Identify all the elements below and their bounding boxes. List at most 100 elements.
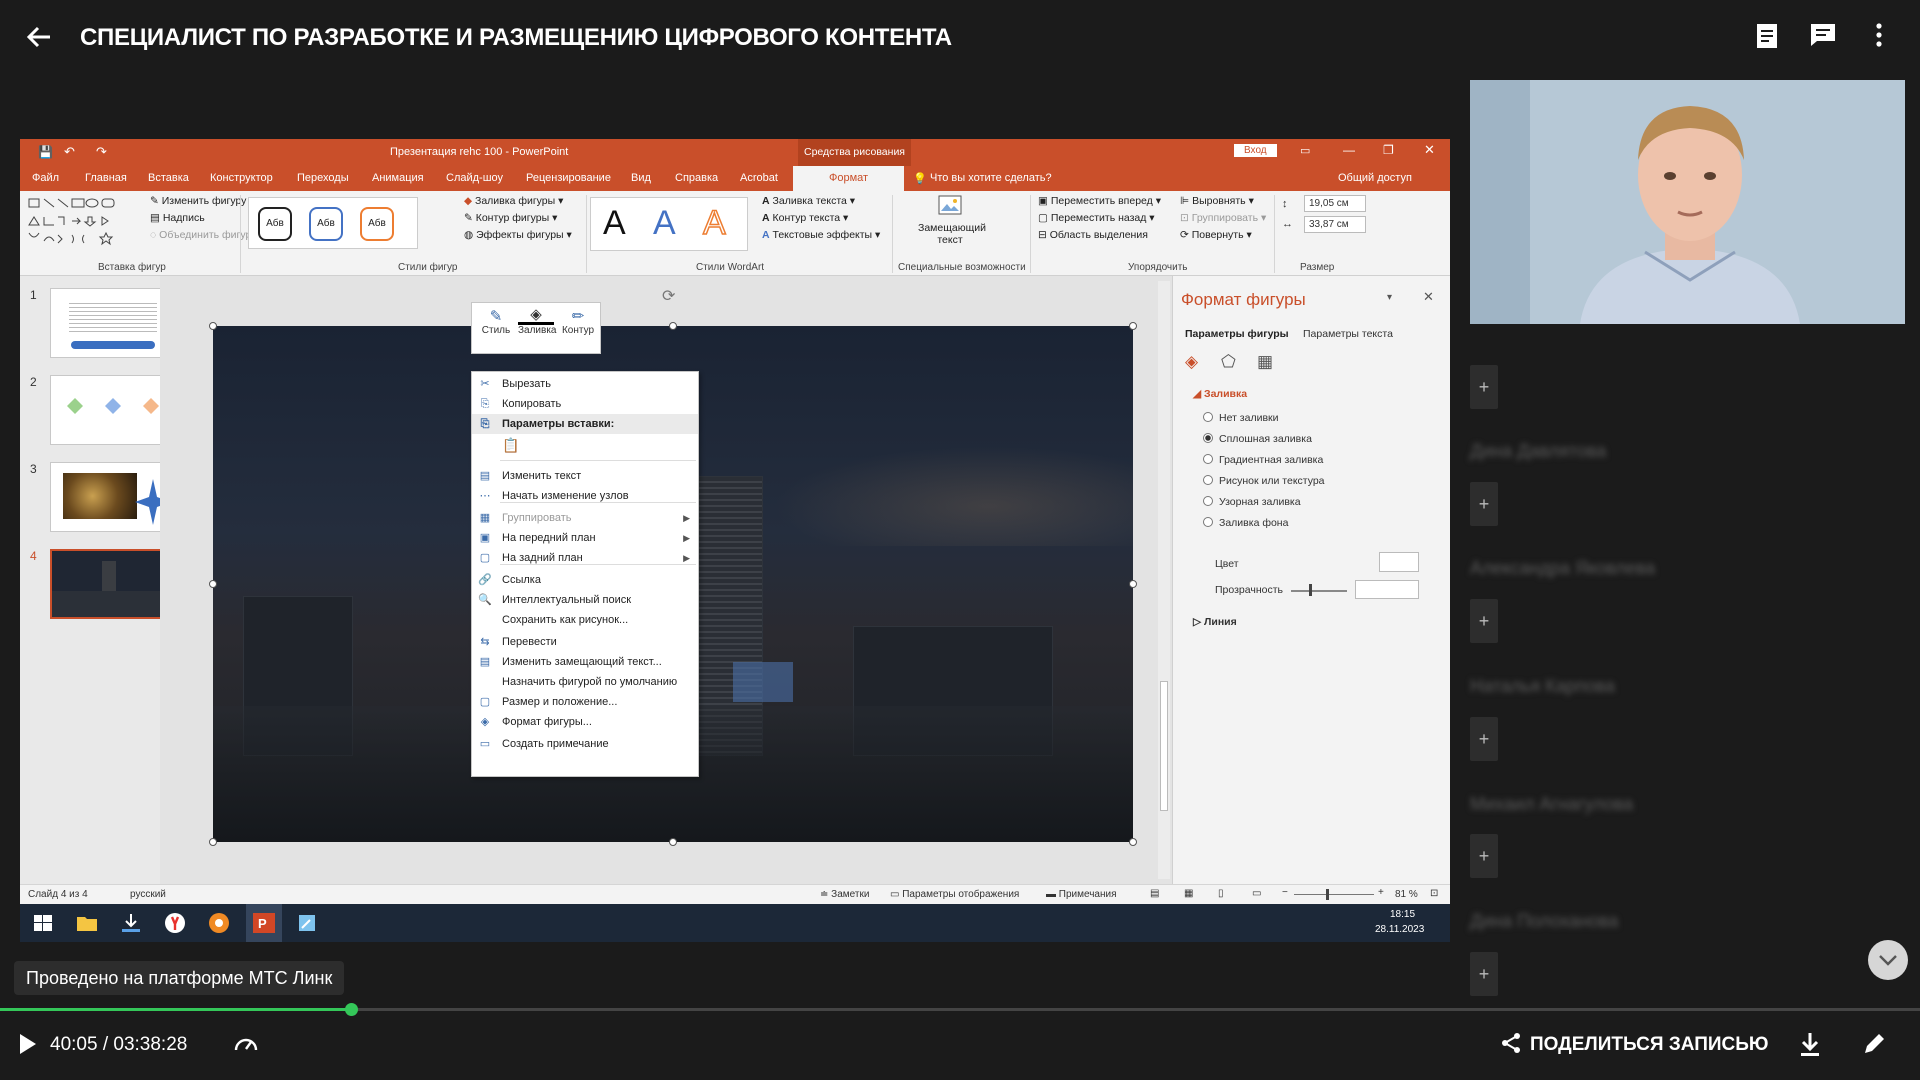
notes-icon[interactable] xyxy=(1752,20,1788,56)
mini-style-button[interactable]: ✎ Стиль xyxy=(478,307,514,336)
yandex-browser-icon[interactable] xyxy=(162,910,188,936)
rotate-handle-icon[interactable]: ⟳ xyxy=(662,286,675,306)
reading-view-icon[interactable]: ▯ xyxy=(1218,888,1224,899)
zoom-in-icon[interactable]: + xyxy=(1378,887,1384,898)
shapes-gallery[interactable] xyxy=(26,195,146,247)
ribbon-display-icon[interactable]: ▭ xyxy=(1300,144,1310,157)
tab-help[interactable]: Справка xyxy=(675,172,718,184)
slide-thumb-1[interactable] xyxy=(50,288,174,358)
shape-styles-gallery[interactable]: Абв Абв Абв xyxy=(248,197,418,249)
resize-handle[interactable] xyxy=(209,322,217,330)
tab-file[interactable]: Файл xyxy=(32,172,59,184)
add-participant-button[interactable]: + xyxy=(1470,482,1498,526)
context-menu-item[interactable]: ◈ Формат фигуры... xyxy=(472,712,698,732)
fill-option-radio[interactable]: Градиентная заливка xyxy=(1203,454,1323,466)
alt-text-button[interactable]: Замещающий текст xyxy=(918,193,986,246)
slide-sorter-icon[interactable]: ▦ xyxy=(1184,888,1193,899)
context-menu-item[interactable]: ✂ Вырезать xyxy=(472,374,698,394)
fill-option-radio[interactable]: Нет заливки xyxy=(1203,412,1278,424)
tab-shape-options[interactable]: Параметры фигуры xyxy=(1185,328,1289,340)
transparency-input[interactable]: 35 % xyxy=(1355,580,1419,599)
text-outline-button[interactable]: A Контур текста ▾ xyxy=(762,212,848,224)
close-icon[interactable]: ✕ xyxy=(1424,142,1435,158)
add-participant-button[interactable]: + xyxy=(1470,952,1498,996)
transparency-slider[interactable] xyxy=(1291,590,1347,592)
playback-speed-button[interactable] xyxy=(232,1030,260,1058)
notepad-icon[interactable] xyxy=(294,910,320,936)
tab-insert[interactable]: Вставка xyxy=(148,172,189,184)
download-app-icon[interactable] xyxy=(118,910,144,936)
tell-me-input[interactable]: Что вы хотите сделать? xyxy=(930,172,1052,184)
context-menu-item[interactable]: ▢ Размер и положение... xyxy=(472,692,698,712)
context-menu-item[interactable]: Сохранить как рисунок... xyxy=(472,610,698,630)
fill-line-icon[interactable]: ◈ xyxy=(1185,352,1198,372)
tab-review[interactable]: Рецензирование xyxy=(526,172,611,184)
resize-handle[interactable] xyxy=(1129,838,1137,846)
mini-outline-button[interactable]: ✏ Контур xyxy=(560,307,596,336)
line-section-header[interactable]: ▷ Линия xyxy=(1193,616,1237,628)
tab-home[interactable]: Главная xyxy=(85,172,127,184)
height-input[interactable]: 19,05 см xyxy=(1304,195,1366,212)
send-backward-button[interactable]: ▢ Переместить назад ▾ xyxy=(1038,212,1155,224)
context-menu-item[interactable]: ⇆ Перевести xyxy=(472,632,698,652)
windows-start-icon[interactable] xyxy=(30,910,56,936)
slide-thumb-3[interactable] xyxy=(50,462,174,532)
download-button[interactable] xyxy=(1796,1030,1824,1058)
shape-fill-button[interactable]: ◆ Заливка фигуры ▾ xyxy=(464,195,563,207)
more-menu-icon[interactable] xyxy=(1864,20,1900,56)
context-menu-item[interactable]: ⎘ Копировать xyxy=(472,394,698,414)
change-shape-button[interactable]: ✎ Изменить фигуру ▾ xyxy=(150,195,255,207)
file-explorer-icon[interactable] xyxy=(74,910,100,936)
normal-view-icon[interactable]: ▤ xyxy=(1150,888,1159,899)
selection-pane-button[interactable]: ⊟ Область выделения xyxy=(1038,229,1148,241)
wordart-blue[interactable]: A xyxy=(653,204,676,243)
redo-icon[interactable]: ↷ xyxy=(96,144,107,160)
shape-effects-button[interactable]: ◍ Эффекты фигуры ▾ xyxy=(464,229,572,241)
context-menu-item[interactable]: Назначить фигурой по умолчанию xyxy=(472,672,698,692)
context-menu-item[interactable]: 📋 xyxy=(472,434,698,460)
context-menu-item[interactable]: ▣ На передний план ▶ xyxy=(472,528,698,548)
tab-acrobat[interactable]: Acrobat xyxy=(740,172,778,184)
play-button[interactable] xyxy=(16,1032,38,1062)
fill-section-header[interactable]: ◢ Заливка xyxy=(1193,388,1247,400)
notes-button[interactable]: ≐ Заметки xyxy=(820,889,869,900)
fit-to-window-icon[interactable]: ⊡ xyxy=(1430,888,1438,899)
progress-scrubber[interactable] xyxy=(345,1003,359,1016)
login-button[interactable]: Вход xyxy=(1234,144,1277,157)
rotate-button[interactable]: ⟳ Повернуть ▾ xyxy=(1180,229,1252,241)
share-ppt-button[interactable]: Общий доступ xyxy=(1338,172,1412,184)
color-picker-button[interactable]: ◈ ▾ xyxy=(1379,552,1419,572)
fill-option-radio[interactable]: Сплошная заливка xyxy=(1203,433,1312,445)
edit-button[interactable] xyxy=(1860,1030,1888,1058)
display-settings-button[interactable]: ▭ Параметры отображения xyxy=(890,889,1019,900)
width-input[interactable]: 33,87 см xyxy=(1304,216,1366,233)
slideshow-view-icon[interactable]: ▭ xyxy=(1252,888,1261,899)
context-menu-item[interactable]: ⋯ Начать изменение узлов xyxy=(472,486,698,506)
comments-button[interactable]: ▬ Примечания xyxy=(1046,889,1117,900)
back-arrow-icon[interactable] xyxy=(24,22,58,56)
zoom-out-icon[interactable]: − xyxy=(1282,887,1288,898)
context-menu-item[interactable]: 🔍 Интеллектуальный поиск xyxy=(472,590,698,610)
minimize-icon[interactable]: — xyxy=(1343,143,1355,157)
tab-format[interactable]: Формат xyxy=(793,166,905,191)
align-button[interactable]: ⊫ Выровнять ▾ xyxy=(1180,195,1254,207)
wordart-orange[interactable]: A xyxy=(702,203,726,243)
text-fill-button[interactable]: A Заливка текста ▾ xyxy=(762,195,855,207)
save-icon[interactable]: 💾 xyxy=(38,145,53,159)
bring-forward-button[interactable]: ▣ Переместить вперед ▾ xyxy=(1038,195,1161,207)
slide-thumb-2[interactable] xyxy=(50,375,174,445)
pane-options-icon[interactable]: ▾ xyxy=(1387,292,1392,303)
powerpoint-taskbar-icon[interactable]: P xyxy=(246,904,282,942)
resize-handle[interactable] xyxy=(1129,580,1137,588)
media-player-icon[interactable] xyxy=(206,910,232,936)
add-participant-button[interactable]: + xyxy=(1470,599,1498,643)
add-participant-button[interactable]: + xyxy=(1470,717,1498,761)
transparency-slider-thumb[interactable] xyxy=(1309,584,1312,596)
pane-close-icon[interactable]: ✕ xyxy=(1423,289,1434,305)
tab-animation[interactable]: Анимация xyxy=(372,172,424,184)
wordart-gallery[interactable]: A A A xyxy=(590,197,748,251)
style-orange[interactable]: Абв xyxy=(360,207,394,241)
shape-outline-button[interactable]: ✎ Контур фигуры ▾ xyxy=(464,212,557,224)
effects-icon[interactable]: ⬠ xyxy=(1221,352,1236,372)
context-menu-item[interactable]: 🔗 Ссылка xyxy=(472,570,698,590)
